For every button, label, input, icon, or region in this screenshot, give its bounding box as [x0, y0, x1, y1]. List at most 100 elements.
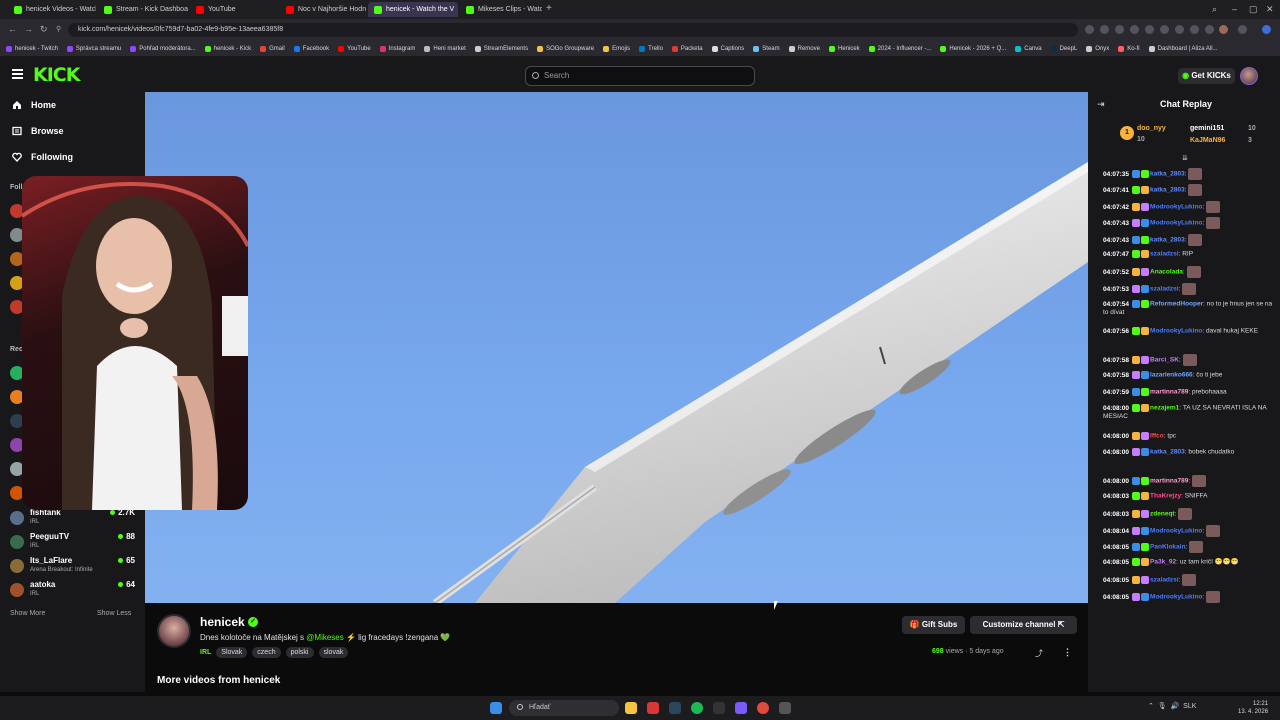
nav-home[interactable]: Home: [12, 100, 56, 110]
extension-icon[interactable]: [1130, 25, 1139, 34]
chat-username[interactable]: Anacolada: [1150, 269, 1183, 276]
spotify-icon[interactable]: [691, 702, 703, 714]
get-kicks-button[interactable]: ◉ Get KICKs: [1178, 68, 1235, 84]
opera-browser-icon[interactable]: [647, 702, 659, 714]
extension-icon[interactable]: [1160, 25, 1169, 34]
sidebar-channel-its-laflare[interactable]: Its_LaFlare Arena Breakout: Infinite 65: [10, 556, 135, 578]
mention-link[interactable]: @Mikeses: [306, 633, 343, 642]
bookmark-item[interactable]: Henicek - 2026 + Q...: [940, 45, 1006, 52]
browser-tab[interactable]: YouTube: [190, 2, 276, 17]
bookmark-item[interactable]: Henicek: [828, 45, 860, 52]
maximize-button[interactable]: ▢: [1249, 4, 1258, 15]
chat-username[interactable]: lazarlenko666: [1150, 372, 1193, 379]
chat-username[interactable]: Barci_SK: [1150, 357, 1179, 364]
bookmark-item[interactable]: Captions: [711, 45, 744, 52]
tag-chip[interactable]: slovak: [318, 647, 349, 658]
chat-username[interactable]: ModrookyLukino: [1150, 220, 1202, 227]
minimize-button[interactable]: –: [1232, 4, 1237, 14]
gifter-name[interactable]: doo_nyy: [1137, 125, 1166, 132]
category-link[interactable]: IRL: [200, 649, 211, 656]
bookmark-item[interactable]: Steam: [753, 45, 780, 52]
start-icon[interactable]: [490, 702, 502, 714]
browser-tab[interactable]: Stream - Kick Dashboard: [98, 2, 188, 17]
url-input[interactable]: kick.com/henicek/videos/0fc759d7-ba02-4f…: [68, 23, 1078, 37]
gifter-name[interactable]: KaJMaN96: [1190, 137, 1225, 144]
channel-name[interactable]: henicek: [200, 615, 245, 629]
more-options-icon[interactable]: ⋮: [1063, 647, 1072, 658]
extension-icon[interactable]: [1205, 25, 1214, 34]
chat-username[interactable]: Pa3k_92: [1150, 559, 1176, 566]
chrome-icon[interactable]: [757, 702, 769, 714]
chat-username[interactable]: ModrookyLukino: [1150, 594, 1202, 601]
chat-username[interactable]: ModrookyLukino: [1150, 328, 1202, 335]
new-tab-button[interactable]: +: [546, 4, 556, 14]
share-icon[interactable]: ⤴: [1035, 648, 1043, 659]
chat-username[interactable]: ModrookyLukino: [1150, 528, 1202, 535]
gift-subs-button[interactable]: 🎁 Gift Subs: [902, 616, 965, 634]
mic-icon[interactable]: 🎙: [1158, 703, 1167, 710]
bookmark-item[interactable]: StreamElements: [474, 45, 528, 52]
extension-icon[interactable]: [1115, 25, 1124, 34]
chat-username[interactable]: szaladzsi: [1150, 577, 1179, 584]
chat-username[interactable]: katka_2803: [1150, 187, 1185, 194]
bookmark-item[interactable]: YouTube: [338, 45, 371, 52]
search-input[interactable]: Search: [525, 66, 755, 86]
show-more-link[interactable]: Show More: [10, 610, 45, 617]
system-tray[interactable]: ⌃ 🎙 🔊 SLK: [1148, 702, 1196, 710]
chat-username[interactable]: katka_2803: [1150, 449, 1185, 456]
nav-browse[interactable]: Browse: [12, 126, 64, 136]
bookmark-item[interactable]: Facebook: [293, 45, 329, 52]
bookmark-item[interactable]: Trello: [639, 45, 663, 52]
browser-tab[interactable]: Mikeses Clips - Watch Live: [460, 2, 542, 17]
kick-logo[interactable]: KICK: [33, 64, 80, 86]
bookmark-item[interactable]: Instagram: [379, 45, 415, 52]
chat-username[interactable]: szaladzsi: [1150, 286, 1179, 293]
chat-username[interactable]: ReformedHooper: [1150, 301, 1203, 308]
taskbar-clock[interactable]: 12:21 13. 4. 2026: [1238, 700, 1268, 716]
site-info-icon[interactable]: ⚲: [56, 25, 61, 33]
browser-tab[interactable]: henicek Videos - Watch Online: [8, 2, 96, 17]
browser-tab[interactable]: Noc v Najhoršie Hodnotenej: [280, 2, 366, 17]
language-indicator[interactable]: SLK: [1183, 703, 1196, 710]
bookmark-item[interactable]: Emojis: [603, 45, 630, 52]
browser-profile-avatar[interactable]: [1219, 25, 1228, 34]
video-player[interactable]: [145, 92, 1088, 603]
app-icon[interactable]: [779, 702, 791, 714]
sidebar-channel-aatoka[interactable]: aatoka IRL 64: [10, 580, 135, 602]
download-icon[interactable]: [1190, 25, 1199, 34]
collapse-chat-icon[interactable]: ⇥: [1097, 99, 1105, 110]
bookmark-item[interactable]: Správca streamu: [66, 45, 121, 52]
chat-username[interactable]: katka_2803: [1150, 171, 1185, 178]
extension-icon[interactable]: [1100, 25, 1109, 34]
chat-username[interactable]: martinna789: [1150, 389, 1188, 396]
show-less-link[interactable]: Show Less: [97, 610, 131, 617]
user-avatar[interactable]: [1240, 67, 1258, 85]
chat-username[interactable]: ModrookyLukino: [1150, 204, 1202, 211]
bookmark-item[interactable]: Pohľad moderátora...: [130, 45, 196, 52]
back-icon[interactable]: ←: [8, 24, 17, 34]
audio-icon[interactable]: 🔊: [1171, 703, 1180, 710]
bookmark-item[interactable]: Ko-fi: [1118, 45, 1140, 52]
nav-following[interactable]: Following: [12, 152, 73, 162]
customize-channel-button[interactable]: Customize channel ⇱: [970, 616, 1077, 634]
discord-icon[interactable]: [735, 702, 747, 714]
file-explorer-icon[interactable]: [625, 702, 637, 714]
bookmark-item[interactable]: henicek - Kick: [204, 45, 251, 52]
tag-chip[interactable]: czech: [252, 647, 281, 658]
menu-icon[interactable]: [12, 69, 23, 79]
bookmark-item[interactable]: Dashboard | Aliza All...: [1148, 45, 1218, 52]
browser-tab[interactable]: henicek - Watch the V: [368, 2, 458, 17]
bookmark-item[interactable]: Canva: [1015, 45, 1042, 52]
channel-avatar[interactable]: [157, 614, 191, 648]
bookmark-item[interactable]: Heni market: [424, 45, 466, 52]
chat-username[interactable]: szaladzsi: [1150, 251, 1179, 258]
bookmark-item[interactable]: henicek - Twitch: [6, 45, 58, 52]
settings-icon[interactable]: [1238, 25, 1247, 34]
close-window-button[interactable]: ✕: [1266, 4, 1274, 15]
chat-username[interactable]: katka_2803: [1150, 237, 1185, 244]
bookmark-item[interactable]: Gmail: [260, 45, 285, 52]
bookmark-item[interactable]: Onyx: [1086, 45, 1109, 52]
chat-username[interactable]: martinna789: [1150, 478, 1188, 485]
chevron-up-icon[interactable]: ⌃: [1148, 703, 1156, 710]
bookmark-star-icon[interactable]: [1175, 25, 1184, 34]
